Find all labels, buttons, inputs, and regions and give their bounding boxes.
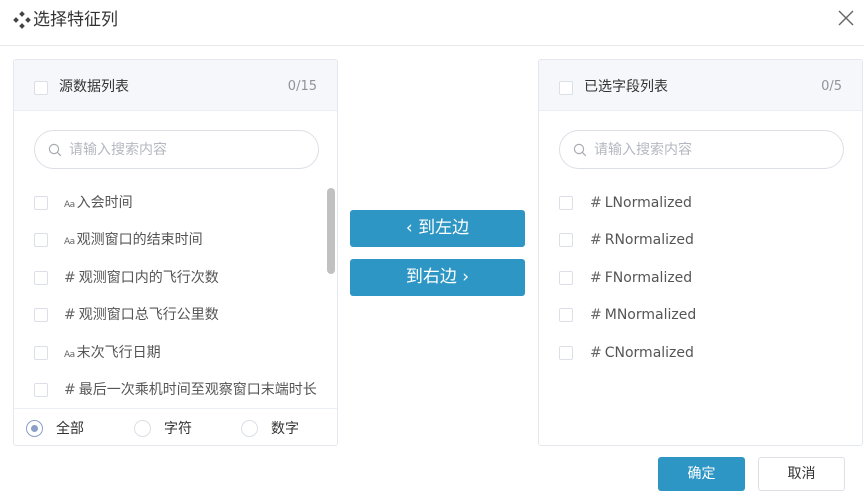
- item-checkbox[interactable]: [34, 271, 48, 285]
- source-list-scrollbar[interactable]: [327, 188, 335, 274]
- item-checkbox[interactable]: [34, 196, 48, 210]
- number-type-icon: #: [590, 307, 602, 323]
- list-item[interactable]: # CNormalized: [539, 338, 862, 368]
- list-item[interactable]: # LNormalized: [539, 188, 862, 218]
- item-label: FNormalized: [604, 270, 693, 286]
- dialog-title: 选择特征列: [33, 10, 118, 30]
- target-panel-title: 已选字段列表: [584, 79, 668, 95]
- item-checkbox[interactable]: [559, 233, 573, 247]
- source-search-input[interactable]: [69, 131, 309, 168]
- cancel-button[interactable]: 取消: [758, 457, 845, 491]
- item-label: 观测窗口的结束时间: [76, 232, 203, 248]
- number-type-icon: #: [64, 270, 76, 286]
- move-to-left-label: 到左边: [418, 218, 470, 238]
- list-item[interactable]: # 观测窗口内的飞行次数: [14, 263, 337, 293]
- target-select-all-checkbox[interactable]: [559, 81, 573, 95]
- target-search-input[interactable]: [594, 131, 834, 168]
- item-label: 最后一次乘机时间至观察窗口末端时长: [78, 382, 317, 398]
- source-panel-header: 源数据列表 0/15: [14, 60, 337, 111]
- search-icon: [48, 143, 62, 157]
- radio-label: 数字: [271, 421, 299, 437]
- type-filter-bar: 全部 字符 数字: [14, 408, 337, 445]
- number-type-icon: #: [64, 307, 76, 323]
- item-checkbox[interactable]: [559, 196, 573, 210]
- confirm-button[interactable]: 确定: [658, 457, 745, 491]
- chevron-left-icon: ‹: [405, 218, 413, 238]
- item-checkbox[interactable]: [34, 383, 48, 397]
- text-type-icon: Aa: [64, 200, 75, 210]
- target-panel-header: 已选字段列表 0/5: [539, 60, 862, 111]
- item-checkbox[interactable]: [34, 308, 48, 322]
- number-type-icon: #: [590, 195, 602, 211]
- item-label: 观测窗口总飞行公里数: [78, 307, 219, 323]
- source-panel-count: 0/15: [287, 79, 317, 94]
- radio-circle[interactable]: [134, 420, 151, 437]
- list-item[interactable]: Aa 末次飞行日期: [14, 338, 337, 368]
- text-type-icon: Aa: [64, 350, 75, 360]
- item-label: 观测窗口内的飞行次数: [78, 270, 219, 286]
- text-type-icon: Aa: [64, 237, 75, 247]
- number-type-icon: #: [590, 270, 602, 286]
- move-to-left-button[interactable]: ‹ 到左边: [350, 210, 525, 247]
- list-item[interactable]: Aa 观测窗口的结束时间: [14, 225, 337, 255]
- item-label: 末次飞行日期: [76, 345, 161, 361]
- number-type-icon: #: [64, 382, 76, 398]
- item-checkbox[interactable]: [34, 233, 48, 247]
- item-checkbox[interactable]: [34, 346, 48, 360]
- item-checkbox[interactable]: [559, 346, 573, 360]
- source-search-box[interactable]: [34, 130, 319, 169]
- move-to-right-button[interactable]: 到右边 ›: [350, 259, 525, 296]
- search-icon: [573, 143, 587, 157]
- radio-circle[interactable]: [241, 420, 258, 437]
- item-label: LNormalized: [604, 195, 692, 211]
- source-panel-title: 源数据列表: [59, 79, 129, 95]
- list-item[interactable]: # MNormalized: [539, 300, 862, 330]
- close-icon[interactable]: [836, 8, 856, 28]
- radio-circle[interactable]: [26, 420, 43, 437]
- item-label: RNormalized: [604, 232, 694, 248]
- target-search-box[interactable]: [559, 130, 844, 169]
- number-type-icon: #: [590, 232, 602, 248]
- number-type-icon: #: [590, 345, 602, 361]
- move-to-right-label: 到右边: [405, 267, 457, 287]
- target-panel-count: 0/5: [821, 79, 842, 94]
- feature-select-icon: [13, 11, 31, 29]
- item-checkbox[interactable]: [559, 308, 573, 322]
- chevron-right-icon: ›: [462, 267, 470, 287]
- dialog-header: 选择特征列: [0, 0, 864, 46]
- list-item[interactable]: # 最后一次乘机时间至观察窗口末端时长: [14, 375, 324, 405]
- item-label: CNormalized: [604, 345, 694, 361]
- radio-label: 全部: [56, 421, 84, 437]
- item-checkbox[interactable]: [559, 271, 573, 285]
- radio-label: 字符: [164, 421, 192, 437]
- list-item[interactable]: # RNormalized: [539, 225, 862, 255]
- target-panel: 已选字段列表 0/5 #LNormalized #RNormalized #FN…: [538, 59, 863, 446]
- item-label: MNormalized: [604, 307, 697, 323]
- list-item[interactable]: Aa 入会时间: [14, 188, 337, 218]
- list-item[interactable]: # FNormalized: [539, 263, 862, 293]
- list-item[interactable]: # 观测窗口总飞行公里数: [14, 300, 337, 330]
- source-select-all-checkbox[interactable]: [34, 81, 48, 95]
- source-panel: 源数据列表 0/15 Aa入会时间 Aa观测窗口的结束时间 #观测窗口内的飞行次…: [13, 59, 338, 446]
- item-label: 入会时间: [76, 195, 133, 211]
